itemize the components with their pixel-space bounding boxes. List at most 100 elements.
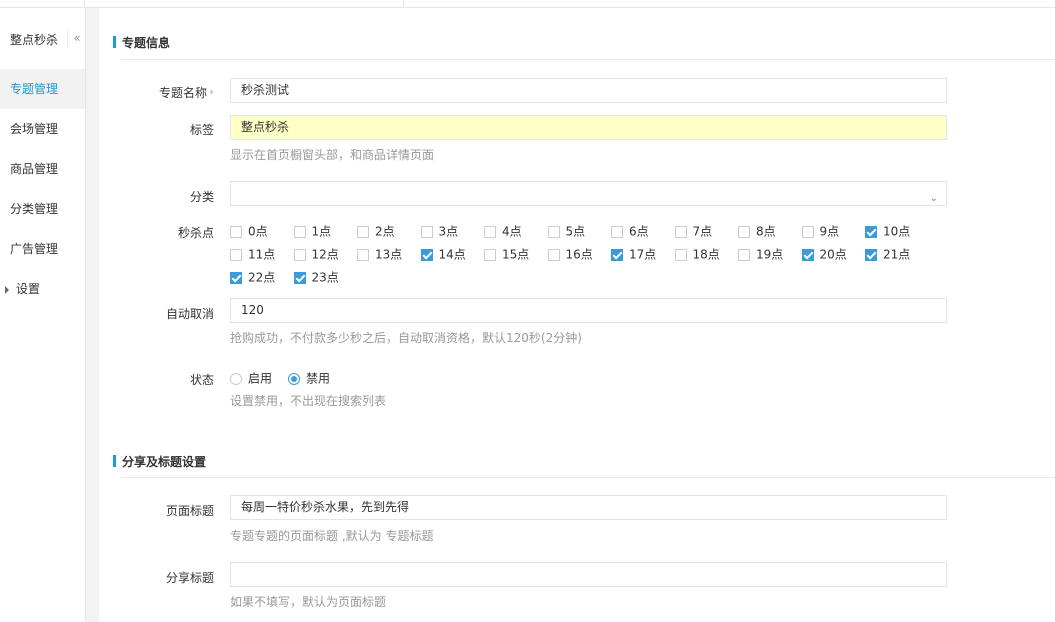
main-content: 专题信息 专题名称 * 秒杀测试 标签 整点秒杀 显示在首页橱窗头部，和商品详情页… <box>99 8 1055 622</box>
status-radio-enable[interactable]: 启用 <box>230 370 272 386</box>
hour-checkbox[interactable]: 12点 <box>293 246 339 262</box>
tag-input[interactable]: 整点秒杀 <box>230 115 947 140</box>
hours-label: 秒杀点 <box>177 226 214 240</box>
hour-checkbox[interactable]: 0点 <box>230 223 268 239</box>
checkbox-checked-icon <box>293 271 306 284</box>
hour-checkbox[interactable]: 1点 <box>293 223 332 239</box>
sidebar-title: 整点秒杀 <box>10 33 59 47</box>
hour-checkbox[interactable]: 7点 <box>674 223 712 239</box>
hour-label: 9点 <box>819 224 840 239</box>
hour-checkbox[interactable]: 21点 <box>865 246 910 262</box>
checkbox-icon <box>484 225 496 238</box>
checkbox-icon <box>230 248 242 261</box>
checkbox-checked-icon <box>611 248 623 261</box>
hour-checkbox[interactable]: 6点 <box>611 223 649 239</box>
checkbox-icon <box>420 225 433 238</box>
hour-label: 15点 <box>502 247 530 262</box>
hour-checkbox[interactable]: 11点 <box>230 246 275 262</box>
sidebar-item-label: 设置 <box>16 282 41 296</box>
hour-checkbox[interactable]: 16点 <box>547 246 593 262</box>
top-strip-segment <box>0 0 85 7</box>
sidebar: 整点秒杀 « 专题管理 会场管理 商品管理 分类管理 广告管理 设置 <box>0 8 86 622</box>
divider <box>121 59 1055 60</box>
topic-name-input[interactable]: 秒杀测试 <box>230 78 947 103</box>
checkbox-icon <box>293 225 306 238</box>
radio-label: 启用 <box>248 371 273 386</box>
hour-checkbox[interactable]: 4点 <box>484 223 522 239</box>
hour-label: 10点 <box>883 224 911 239</box>
checkbox-icon <box>357 225 369 238</box>
checkbox-icon <box>738 248 750 261</box>
hour-label: 3点 <box>438 224 459 239</box>
hour-checkbox[interactable]: 3点 <box>420 223 459 239</box>
checkbox-checked-icon <box>865 225 877 238</box>
status-radio-disable[interactable]: 禁用 <box>288 370 330 386</box>
category-select[interactable]: ⌄ <box>230 181 947 206</box>
chevron-down-icon: ⌄ <box>929 193 938 204</box>
hour-checkbox[interactable]: 17点 <box>611 246 656 262</box>
hour-checkbox[interactable]: 19点 <box>738 246 783 262</box>
required-mark: * <box>209 89 214 100</box>
hour-checkbox[interactable]: 9点 <box>801 223 840 239</box>
hour-label: 22点 <box>248 270 276 285</box>
checkbox-checked-icon <box>865 248 877 261</box>
hour-label: 4点 <box>502 224 522 239</box>
category-label: 分类 <box>189 190 214 204</box>
page-title-input[interactable]: 每周一特价秒杀水果，先到先得 <box>230 495 947 520</box>
sidebar-item-product-management[interactable]: 商品管理 <box>0 149 85 189</box>
hour-checkbox[interactable]: 5点 <box>547 223 585 239</box>
share-title-help: 如果不填写，默认为页面标题 <box>230 595 387 609</box>
hour-label: 1点 <box>311 224 332 239</box>
hour-label: 6点 <box>629 224 649 239</box>
hour-checkbox[interactable]: 23点 <box>293 269 339 285</box>
hour-label: 12点 <box>311 247 339 262</box>
auto-cancel-input[interactable]: 120 <box>230 298 947 323</box>
section-marker <box>113 455 116 467</box>
checkbox-icon <box>547 248 560 261</box>
hour-checkbox[interactable]: 15点 <box>484 246 529 262</box>
hour-label: 8点 <box>756 224 776 239</box>
sidebar-item-ad-management[interactable]: 广告管理 <box>0 229 85 269</box>
hour-checkbox[interactable]: 14点 <box>420 246 466 262</box>
section-marker <box>113 36 116 48</box>
hour-label: 13点 <box>375 247 403 262</box>
page-title-label: 页面标题 <box>165 504 214 518</box>
checkbox-icon <box>230 225 242 238</box>
hour-label: 20点 <box>819 247 847 262</box>
checkbox-icon <box>674 248 687 261</box>
sidebar-item-venue-management[interactable]: 会场管理 <box>0 109 85 149</box>
tag-help: 显示在首页橱窗头部，和商品详情页面 <box>230 148 435 162</box>
hour-checkbox[interactable]: 18点 <box>674 246 720 262</box>
hour-label: 14点 <box>438 247 466 262</box>
checkbox-icon <box>547 225 560 238</box>
collapse-icon[interactable]: « <box>67 28 86 48</box>
share-title-input[interactable] <box>230 562 947 587</box>
hour-label: 17点 <box>629 247 657 262</box>
hour-checkbox[interactable]: 8点 <box>738 223 776 239</box>
hour-checkbox[interactable]: 2点 <box>357 223 395 239</box>
sidebar-item-category-management[interactable]: 分类管理 <box>0 189 85 229</box>
sidebar-item-settings[interactable]: 设置 <box>0 269 85 309</box>
checkbox-checked-icon <box>420 248 433 261</box>
hour-checkbox[interactable]: 20点 <box>801 246 847 262</box>
checkbox-icon <box>357 248 369 261</box>
checkbox-icon <box>801 225 814 238</box>
checkbox-checked-icon <box>230 271 242 284</box>
hour-label: 16点 <box>565 247 593 262</box>
hour-label: 2点 <box>375 224 395 239</box>
status-help: 设置禁用，不出现在搜索列表 <box>230 394 387 408</box>
topic-name-label: 专题名称 * <box>158 86 214 100</box>
tag-label: 标签 <box>189 123 214 137</box>
hour-label: 19点 <box>756 247 784 262</box>
caret-right-icon <box>5 285 9 294</box>
hour-checkbox[interactable]: 10点 <box>865 223 910 239</box>
hour-checkbox[interactable]: 22点 <box>230 269 275 285</box>
hour-checkbox[interactable]: 13点 <box>357 246 402 262</box>
top-strip <box>0 0 1055 8</box>
sidebar-item-topic-management[interactable]: 专题管理 <box>0 69 85 109</box>
section-header-topic-info: 专题信息 <box>113 34 170 51</box>
divider <box>121 477 1055 478</box>
checkbox-icon <box>738 225 750 238</box>
hour-label: 21点 <box>883 247 911 262</box>
section-header-share-settings: 分享及标题设置 <box>113 453 206 470</box>
